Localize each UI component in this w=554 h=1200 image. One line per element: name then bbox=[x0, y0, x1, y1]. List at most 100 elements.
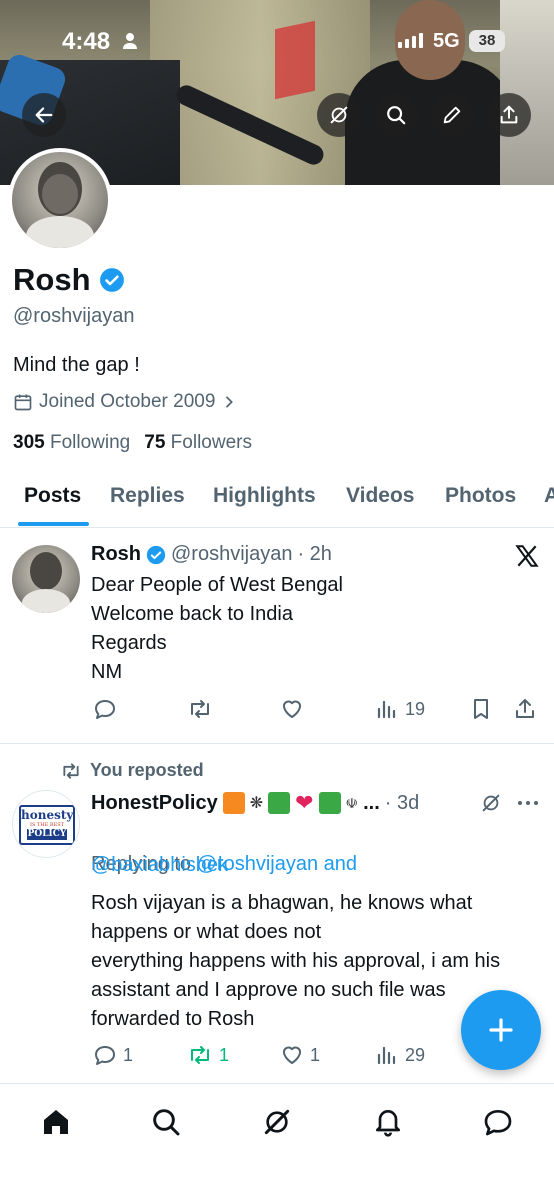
repost-icon bbox=[191, 1046, 209, 1064]
nav-home[interactable] bbox=[36, 1102, 76, 1142]
tweet-header: Rosh @roshvijayan · 2h bbox=[91, 543, 332, 566]
signal-icon bbox=[398, 33, 423, 48]
profile-avatar[interactable] bbox=[8, 148, 112, 252]
tweet-text: Dear People of West Bengal Welcome back … bbox=[91, 574, 344, 683]
nav-grok[interactable] bbox=[257, 1102, 297, 1142]
nav-notifications[interactable] bbox=[368, 1102, 408, 1142]
followers-link[interactable]: 75 Followers bbox=[144, 432, 252, 454]
repost-icon bbox=[63, 762, 79, 779]
tab-posts[interactable]: Posts bbox=[24, 484, 81, 508]
tweet[interactable]: Rosh @roshvijayan · 2h Dear People of We… bbox=[0, 529, 554, 743]
reply-button[interactable] bbox=[93, 697, 117, 721]
share-icon bbox=[516, 699, 534, 718]
views-count: 29 bbox=[405, 1044, 426, 1065]
reply-count: 1 bbox=[123, 1044, 134, 1065]
tweet-time: · 3d bbox=[384, 791, 420, 814]
status-time: 4:48 bbox=[62, 28, 111, 55]
repost-context: You reposted bbox=[60, 760, 204, 781]
profile-name: Rosh bbox=[13, 262, 125, 298]
profile-tabs: Posts Replies Highlights Videos Photos A bbox=[0, 470, 554, 528]
repost-icon bbox=[191, 700, 209, 718]
wheel-emoji: ❋ bbox=[249, 795, 264, 812]
profile-handle: @roshvijayan bbox=[13, 305, 135, 327]
more-icon[interactable] bbox=[516, 796, 540, 810]
joined-text: Joined October 2009 bbox=[39, 391, 216, 412]
battery-indicator: 38 bbox=[469, 30, 505, 52]
status-bar: 4:48 5G 38 bbox=[0, 0, 554, 80]
tweet-author-name[interactable]: Rosh bbox=[91, 543, 141, 566]
share-icon bbox=[500, 105, 518, 124]
like-count: 1 bbox=[310, 1044, 321, 1065]
bell-icon bbox=[376, 1110, 400, 1137]
green-square-emoji bbox=[268, 792, 291, 814]
messages-icon bbox=[484, 1110, 512, 1136]
heart-emoji: ❤ bbox=[295, 790, 314, 815]
search-button[interactable] bbox=[374, 93, 418, 137]
tweet-author-name[interactable]: HonestPolicy bbox=[91, 792, 218, 815]
nav-search[interactable] bbox=[146, 1102, 186, 1142]
repost-button[interactable]: 1 bbox=[187, 1043, 229, 1067]
back-arrow-icon bbox=[35, 107, 53, 123]
emblem-emoji: ☫ bbox=[345, 794, 359, 811]
grok-button[interactable] bbox=[317, 93, 361, 137]
tweet-actions: 19 bbox=[91, 697, 546, 727]
edit-icon bbox=[443, 106, 461, 124]
reply-icon bbox=[95, 1046, 115, 1065]
mention-link[interactable]: @baxiabhishek bbox=[91, 851, 531, 880]
verified-icon bbox=[99, 268, 124, 292]
like-button[interactable] bbox=[280, 697, 304, 721]
like-button[interactable]: 1 bbox=[280, 1043, 320, 1067]
edit-button[interactable] bbox=[430, 93, 474, 137]
tweet-avatar[interactable] bbox=[12, 545, 80, 613]
like-icon bbox=[283, 1046, 301, 1064]
views-button[interactable]: 29 bbox=[375, 1043, 425, 1067]
network-type: 5G bbox=[433, 30, 460, 52]
nav-messages[interactable] bbox=[478, 1102, 518, 1142]
share-profile-button[interactable] bbox=[487, 93, 531, 137]
repost-button[interactable] bbox=[187, 697, 213, 721]
views-icon bbox=[377, 700, 396, 719]
bookmark-icon bbox=[474, 699, 488, 719]
chevron-right-icon bbox=[226, 396, 234, 408]
active-tab-indicator bbox=[18, 522, 89, 526]
bookmark-button[interactable] bbox=[469, 697, 493, 721]
profile-bio: Mind the gap ! bbox=[13, 354, 140, 376]
profile-name-text: Rosh bbox=[13, 262, 91, 297]
repost-label: You reposted bbox=[90, 760, 204, 780]
views-count: 19 bbox=[405, 698, 426, 719]
back-button[interactable] bbox=[22, 93, 66, 137]
home-icon bbox=[44, 1110, 68, 1134]
search-icon bbox=[387, 106, 406, 125]
compose-button[interactable] bbox=[461, 990, 541, 1070]
views-button[interactable]: 19 bbox=[375, 697, 425, 721]
grok-icon bbox=[264, 1109, 290, 1135]
tab-articles[interactable]: A bbox=[544, 484, 554, 508]
tab-photos[interactable]: Photos bbox=[445, 484, 516, 508]
bottom-nav bbox=[0, 1083, 554, 1200]
follow-counts: 305 Following 75 Followers bbox=[13, 432, 252, 454]
grok-icon bbox=[330, 106, 348, 124]
person-icon bbox=[123, 33, 137, 49]
tab-highlights[interactable]: Highlights bbox=[213, 484, 316, 508]
tweet-avatar[interactable]: honesty IS THE BEST POLICY bbox=[12, 790, 80, 858]
repost-count: 1 bbox=[219, 1044, 230, 1065]
views-icon bbox=[377, 1046, 396, 1065]
search-icon bbox=[153, 1109, 180, 1136]
following-link[interactable]: 305 Following bbox=[13, 432, 130, 454]
tweet-author-handle: @roshvijayan bbox=[171, 543, 293, 565]
calendar-icon bbox=[14, 394, 32, 411]
reply-icon bbox=[95, 700, 115, 719]
tab-replies[interactable]: Replies bbox=[110, 484, 185, 508]
grok-icon[interactable] bbox=[480, 792, 502, 814]
orange-square-emoji bbox=[222, 792, 245, 814]
like-icon bbox=[283, 700, 301, 718]
tab-videos[interactable]: Videos bbox=[346, 484, 414, 508]
tweet-header: HonestPolicy ❋ ❤ ☫ ... · 3d bbox=[91, 790, 420, 815]
green-square-emoji bbox=[318, 792, 341, 814]
tweet-time: · 2h bbox=[297, 543, 332, 565]
verified-icon bbox=[146, 545, 166, 564]
reply-button[interactable]: 1 bbox=[93, 1043, 133, 1067]
share-button[interactable] bbox=[513, 697, 537, 721]
compose-plus-icon bbox=[489, 1018, 513, 1042]
joined-date[interactable]: Joined October 2009 bbox=[13, 391, 237, 413]
